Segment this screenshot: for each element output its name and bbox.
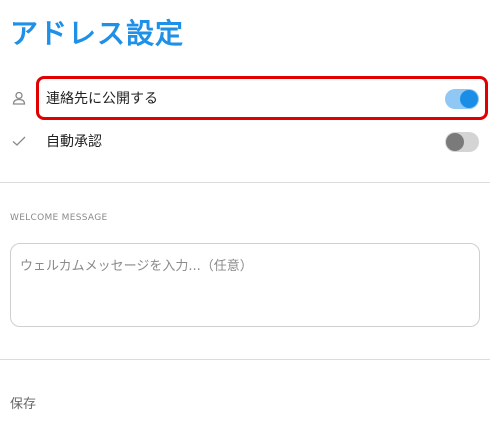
save-button[interactable]: 保存 xyxy=(10,393,36,412)
check-icon xyxy=(10,132,28,150)
setting-label: 連絡先に公開する xyxy=(46,91,158,107)
toggle-knob xyxy=(460,90,478,108)
welcome-message-placeholder: ウェルカムメッセージを入力...（任意） xyxy=(20,259,253,274)
setting-label: 自動承認 xyxy=(46,134,102,150)
setting-auto-approve[interactable]: 自動承認 xyxy=(0,120,498,164)
setting-publish-to-contacts[interactable]: 連絡先に公開する xyxy=(0,77,498,121)
welcome-message-label: WELCOME MESSAGE xyxy=(10,213,108,223)
divider xyxy=(0,182,490,183)
welcome-message-input[interactable]: ウェルカムメッセージを入力...（任意） xyxy=(10,243,480,327)
auto-approve-toggle[interactable] xyxy=(445,132,479,152)
person-icon xyxy=(10,89,28,107)
toggle-knob xyxy=(446,133,464,151)
page-title: アドレス設定 xyxy=(10,17,185,50)
divider xyxy=(0,359,490,360)
publish-toggle[interactable] xyxy=(445,89,479,109)
